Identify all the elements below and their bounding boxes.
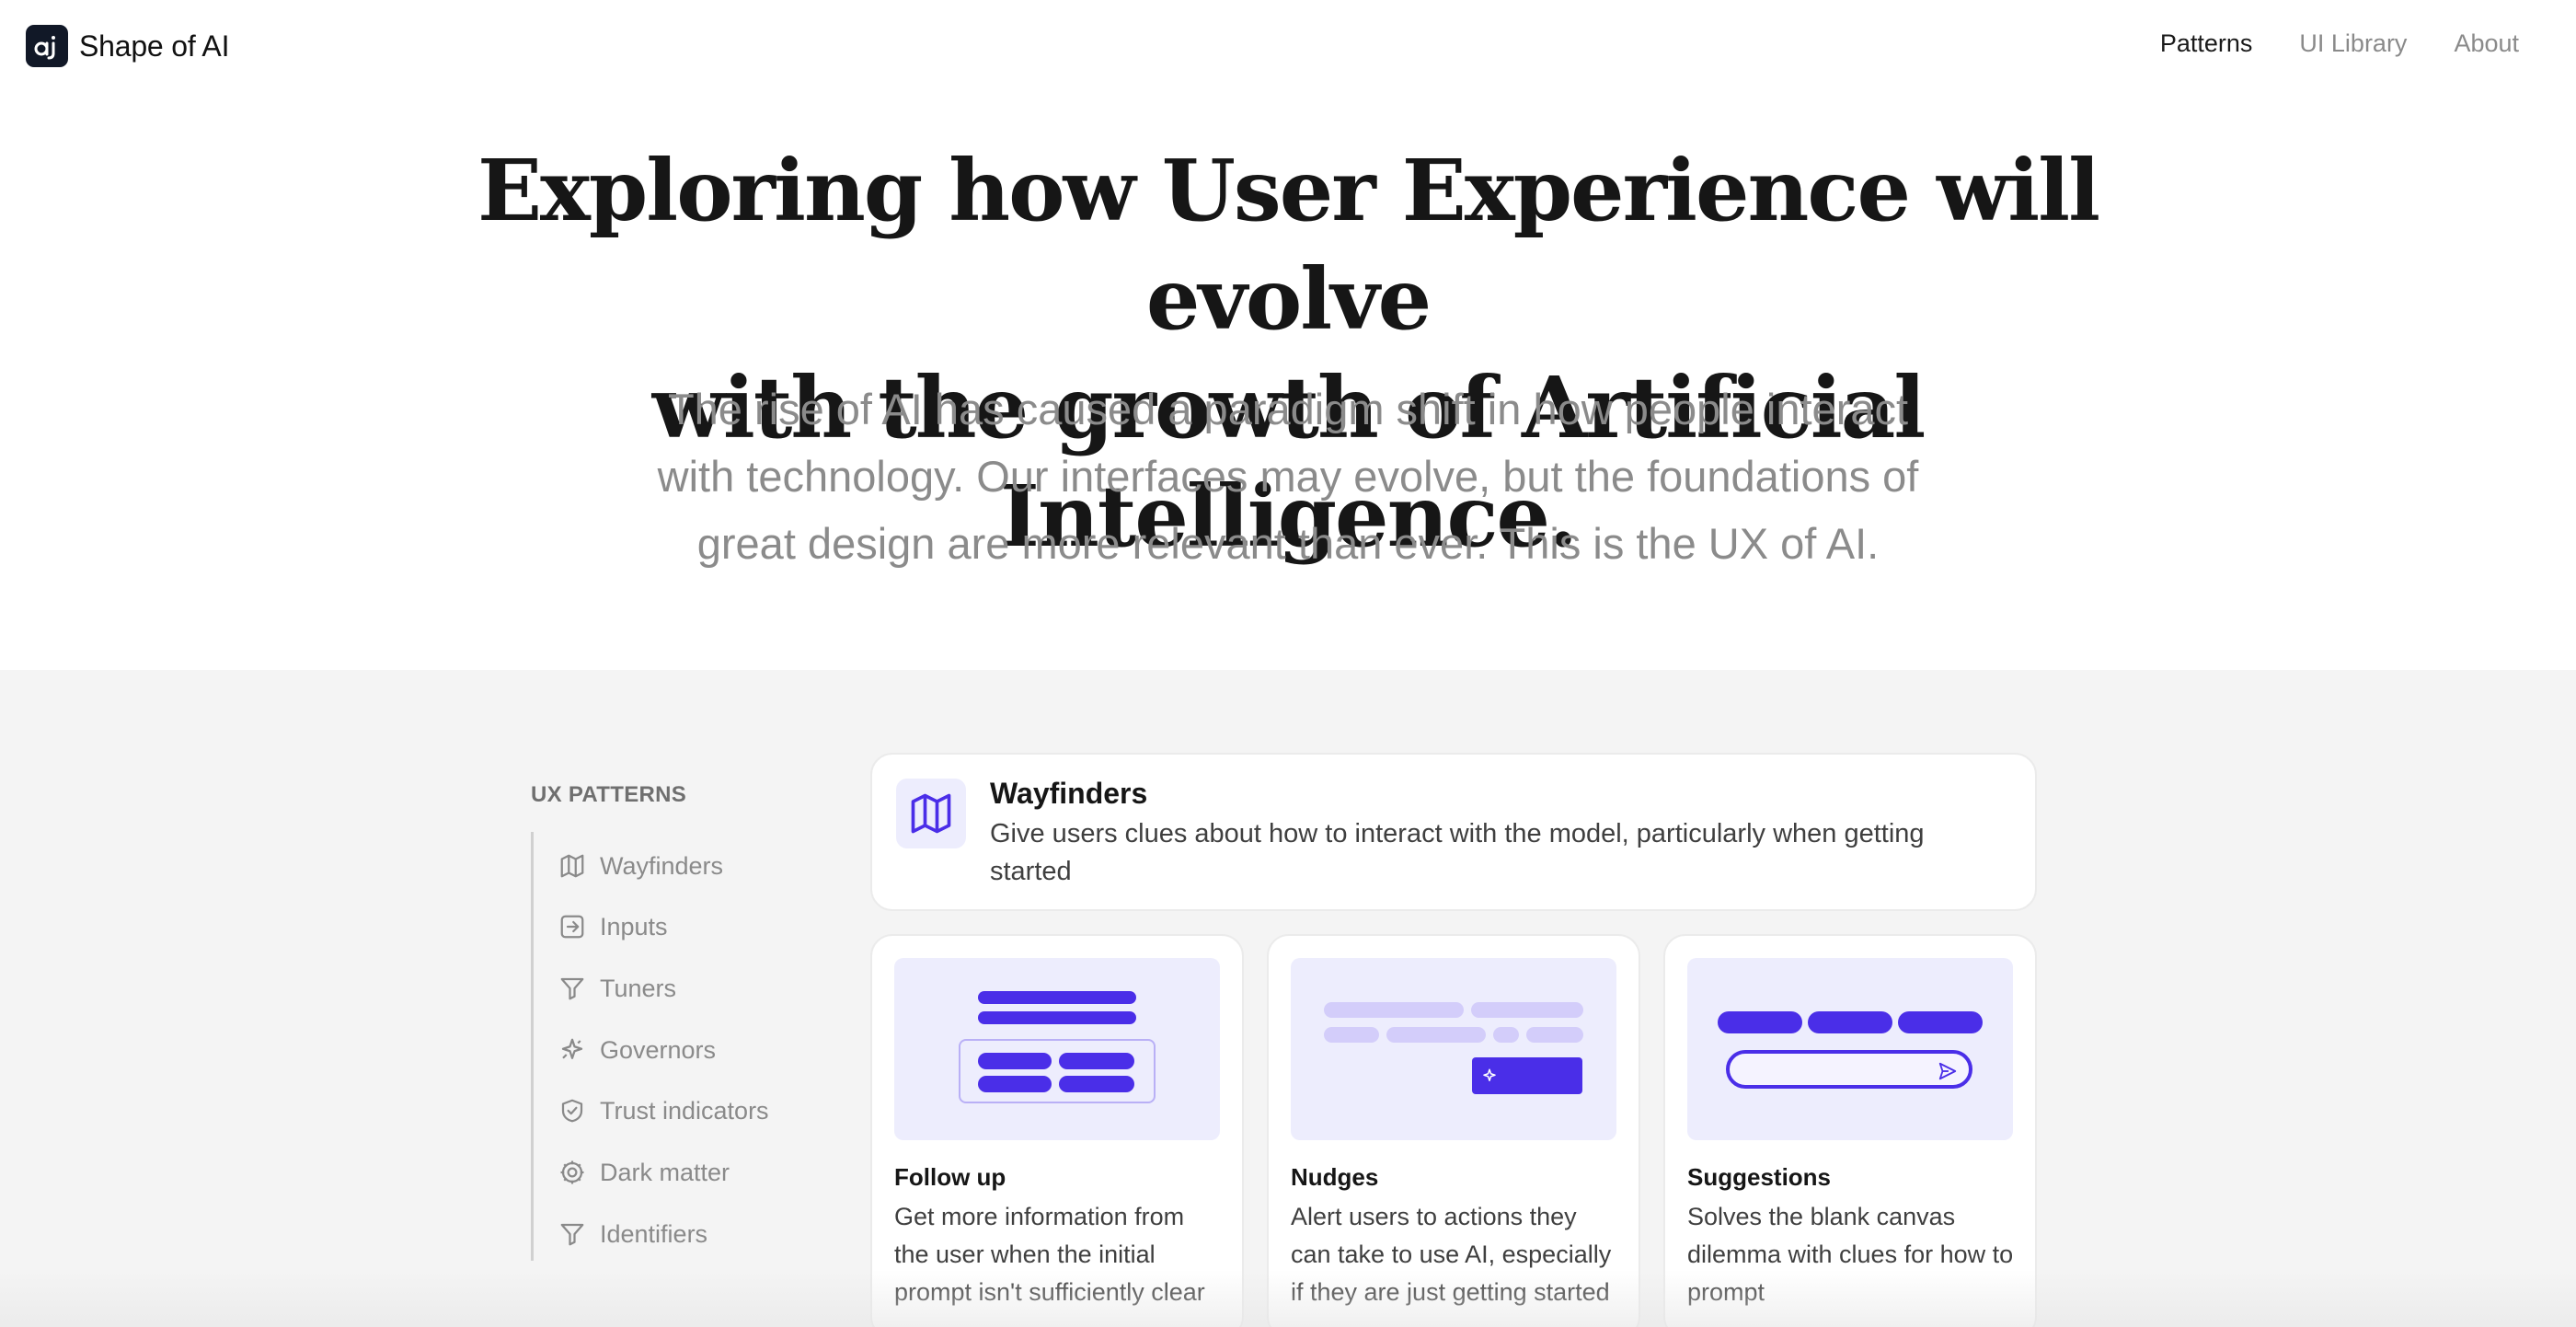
illus-prompt-field	[1726, 1050, 1972, 1089]
illus-line	[1324, 1002, 1464, 1018]
sidebar-item-tuners[interactable]: Tuners	[558, 974, 676, 1003]
funnel-icon	[558, 974, 587, 1003]
sidebar-item-label: Trust indicators	[600, 1096, 769, 1125]
logo-mark-icon	[26, 25, 68, 67]
send-icon	[1938, 1062, 1957, 1080]
nudges-illustration	[1291, 958, 1616, 1140]
shield-check-icon	[558, 1096, 587, 1125]
illus-line	[1386, 1027, 1486, 1043]
sidebar-item-label: Dark matter	[600, 1158, 730, 1186]
nav-link-about[interactable]: About	[2454, 29, 2519, 58]
pattern-card-follow-up[interactable]: Follow up Get more information from the …	[870, 934, 1244, 1327]
card-description: Alert users to actions they can take to …	[1291, 1203, 1612, 1306]
hero-subtitle-line-1: The rise of AI has caused a paradigm shi…	[667, 385, 1909, 433]
sidebar-item-label: Tuners	[600, 974, 677, 1002]
site-name: Shape of AI	[79, 29, 230, 63]
illus-suggestion-chip	[1808, 1011, 1892, 1033]
nav-link-patterns[interactable]: Patterns	[2160, 29, 2253, 58]
suggestions-illustration	[1687, 958, 2013, 1140]
hero-subtitle-line-2: with technology. Our interfaces may evol…	[657, 452, 1919, 501]
pattern-card-nudges[interactable]: Nudges Alert users to actions they can t…	[1267, 934, 1640, 1327]
illus-option	[978, 1076, 1052, 1092]
illus-line	[1324, 1027, 1379, 1043]
sparkle-icon	[1483, 1068, 1496, 1081]
sidebar-nav: Wayfinders Inputs Tuners Governors Trust…	[531, 832, 807, 1261]
card-description: Get more information from the user when …	[894, 1203, 1205, 1306]
illus-nudge-button	[1472, 1057, 1582, 1094]
hero-subtitle-line-3: great design are more relevant than ever…	[696, 519, 1880, 568]
illus-suggestion-chip	[1898, 1011, 1983, 1033]
sidebar-item-trust-indicators[interactable]: Trust indicators	[558, 1096, 769, 1125]
card-description: Solves the blank canvas dilemma with clu…	[1687, 1203, 2014, 1306]
sidebar-item-wayfinders[interactable]: Wayfinders	[558, 851, 723, 881]
featured-title: Wayfinders	[990, 777, 1148, 810]
sparkle-icon	[558, 1035, 587, 1065]
illus-options-box	[959, 1039, 1156, 1103]
featured-pattern-card[interactable]: Wayfinders Give users clues about how to…	[870, 753, 2037, 911]
sidebar-item-label: Governors	[600, 1035, 717, 1064]
site-logo[interactable]: Shape of AI	[26, 25, 229, 67]
card-title: Suggestions	[1687, 1163, 1832, 1191]
illus-line	[978, 1011, 1136, 1024]
hero-subtitle: The rise of AI has caused a paradigm shi…	[552, 375, 2024, 577]
illus-option	[978, 1053, 1052, 1069]
sidebar-item-label: Inputs	[600, 912, 668, 940]
site-header: Shape of AI Patterns UI Library About	[0, 0, 2576, 92]
hero-title-line-1: Exploring how User Experience will evolv…	[477, 141, 2100, 349]
illus-line	[1526, 1027, 1583, 1043]
illus-line	[1493, 1027, 1519, 1043]
arrow-into-box-icon	[558, 912, 587, 941]
sidebar-item-governors[interactable]: Governors	[558, 1035, 716, 1065]
sidebar-item-identifiers[interactable]: Identifiers	[558, 1219, 707, 1249]
cog-icon	[558, 1158, 587, 1187]
sidebar-item-label: Wayfinders	[600, 851, 724, 880]
sidebar-item-inputs[interactable]: Inputs	[558, 912, 668, 941]
illus-option	[1059, 1076, 1134, 1092]
funnel-icon	[558, 1219, 587, 1249]
pattern-card-suggestions[interactable]: Suggestions Solves the blank canvas dile…	[1663, 934, 2037, 1327]
illus-suggestion-chip	[1718, 1011, 1802, 1033]
top-nav: Patterns UI Library About	[2160, 29, 2519, 58]
sidebar-title: UX PATTERNS	[531, 782, 687, 807]
map-icon	[896, 779, 966, 848]
illus-line	[978, 991, 1136, 1004]
sidebar-item-dark-matter[interactable]: Dark matter	[558, 1158, 730, 1187]
card-title: Follow up	[894, 1163, 1006, 1191]
map-icon	[558, 851, 587, 881]
follow-up-illustration	[894, 958, 1220, 1140]
illus-line	[1471, 1002, 1583, 1018]
illus-option	[1059, 1053, 1134, 1069]
sidebar-item-label: Identifiers	[600, 1219, 708, 1248]
nav-link-ui-library[interactable]: UI Library	[2299, 29, 2407, 58]
card-title: Nudges	[1291, 1163, 1379, 1191]
featured-description: Give users clues about how to interact w…	[990, 819, 1925, 886]
